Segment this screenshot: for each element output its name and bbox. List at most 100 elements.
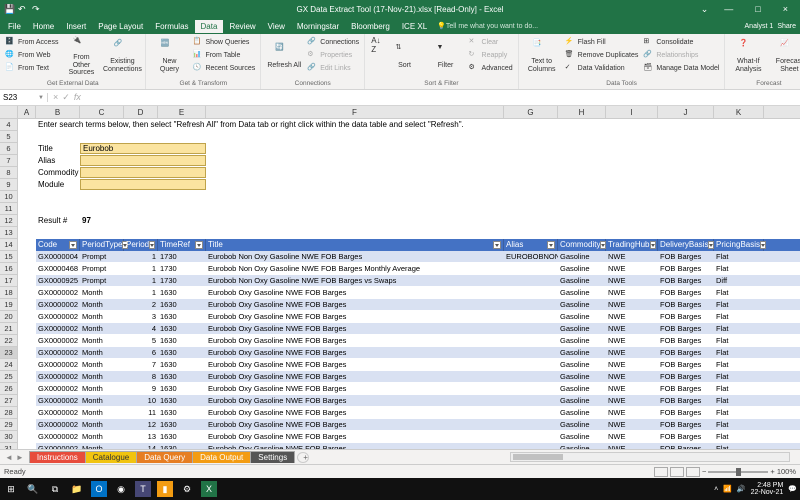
table-cell[interactable] xyxy=(504,419,558,430)
row-header[interactable]: 24 xyxy=(0,359,17,371)
table-cell[interactable]: Eurobob Oxy Gasoline NWE FOB Barges xyxy=(206,395,504,406)
col-header-J[interactable]: J xyxy=(658,106,714,118)
sheet-tab-instructions[interactable]: Instructions xyxy=(29,451,86,463)
wifi-icon[interactable]: 📶 xyxy=(723,485,732,493)
table-cell[interactable]: Gasoline xyxy=(558,263,606,274)
table-cell[interactable] xyxy=(504,383,558,394)
table-cell[interactable]: Gasoline xyxy=(558,323,606,334)
reapply-button[interactable]: ↻Reapply xyxy=(468,49,514,62)
task-view-icon[interactable]: ⧉ xyxy=(47,481,63,497)
restore-button[interactable]: □ xyxy=(749,4,766,14)
table-cell[interactable]: 1730 xyxy=(158,251,206,262)
table-cell[interactable]: 8 xyxy=(124,371,158,382)
tab-nav-prev-icon[interactable]: ◄ xyxy=(5,453,13,462)
table-cell[interactable]: GX0000002 xyxy=(36,359,80,370)
table-cell[interactable] xyxy=(504,371,558,382)
table-cell[interactable]: NWE xyxy=(606,323,658,334)
show-queries-button[interactable]: 📋Show Queries xyxy=(191,36,256,49)
table-cell[interactable]: Eurobob Oxy Gasoline NWE FOB Barges xyxy=(206,371,504,382)
sheet-tab-catalogue[interactable]: Catalogue xyxy=(85,451,137,463)
table-header-pricingbasis[interactable]: PricingBasis xyxy=(714,239,764,251)
menu-page-layout[interactable]: Page Layout xyxy=(92,20,149,33)
filter-icon[interactable] xyxy=(493,241,501,249)
data-validation-button[interactable]: ✓Data Validation xyxy=(564,62,640,75)
table-cell[interactable]: 7 xyxy=(124,359,158,370)
table-cell[interactable]: 10 xyxy=(124,395,158,406)
table-cell[interactable]: Flat xyxy=(714,395,764,406)
table-cell[interactable] xyxy=(504,311,558,322)
table-cell[interactable]: 13 xyxy=(124,431,158,442)
table-cell[interactable] xyxy=(504,407,558,418)
menu-view[interactable]: View xyxy=(262,20,291,33)
horizontal-scrollbar[interactable] xyxy=(510,452,790,462)
row-header[interactable]: 5 xyxy=(0,131,17,143)
table-cell[interactable]: Flat xyxy=(714,419,764,430)
table-cell[interactable]: Month xyxy=(80,383,124,394)
table-cell[interactable]: 1 xyxy=(124,287,158,298)
add-sheet-button[interactable]: + xyxy=(297,452,309,463)
tab-nav-next-icon[interactable]: ► xyxy=(16,453,24,462)
table-row[interactable]: GX0000002Month111630Eurobob Oxy Gasoline… xyxy=(36,407,800,418)
table-cell[interactable]: FOB Barges xyxy=(658,347,714,358)
table-cell[interactable]: FOB Barges xyxy=(658,323,714,334)
table-header-code[interactable]: Code xyxy=(36,239,80,251)
tell-me-input[interactable]: Tell me what you want to do... xyxy=(446,23,538,30)
table-cell[interactable]: Gasoline xyxy=(558,347,606,358)
advanced-button[interactable]: ⚙Advanced xyxy=(468,62,514,75)
row-header[interactable]: 29 xyxy=(0,419,17,431)
existing-connections-button[interactable]: 🔗Existing Connections xyxy=(103,36,141,78)
row-header[interactable]: 17 xyxy=(0,275,17,287)
table-cell[interactable]: Eurobob Oxy Gasoline NWE FOB Barges xyxy=(206,335,504,346)
col-header-E[interactable]: E xyxy=(158,106,206,118)
table-cell[interactable]: Prompt xyxy=(80,251,124,262)
teams-icon[interactable]: T xyxy=(135,481,151,497)
table-cell[interactable]: FOB Barges xyxy=(658,311,714,322)
row-headers[interactable]: 4567891011121314151617181920212223242526… xyxy=(0,119,18,449)
table-cell[interactable]: Gasoline xyxy=(558,371,606,382)
table-cell[interactable]: Eurobob Oxy Gasoline NWE FOB Barges xyxy=(206,419,504,430)
col-header-D[interactable]: D xyxy=(124,106,158,118)
table-cell[interactable]: Gasoline xyxy=(558,299,606,310)
table-cell[interactable]: FOB Barges xyxy=(658,395,714,406)
table-cell[interactable]: 12 xyxy=(124,419,158,430)
zoom-out-button[interactable]: − xyxy=(702,467,706,476)
table-cell[interactable]: NWE xyxy=(606,419,658,430)
table-cell[interactable] xyxy=(504,299,558,310)
table-cell[interactable]: 1730 xyxy=(158,263,206,274)
col-header-A[interactable]: A xyxy=(18,106,36,118)
table-cell[interactable]: 1630 xyxy=(158,407,206,418)
taskbar-clock[interactable]: 2:48 PM 22-Nov-21 xyxy=(751,482,784,496)
edit-links-button[interactable]: 🔗Edit Links xyxy=(306,62,360,75)
table-cell[interactable]: Flat xyxy=(714,383,764,394)
table-cell[interactable]: 1630 xyxy=(158,287,206,298)
relationships-button[interactable]: 🔗Relationships xyxy=(642,49,720,62)
table-cell[interactable]: 1730 xyxy=(158,275,206,286)
table-header-alias[interactable]: Alias xyxy=(504,239,558,251)
table-cell[interactable]: NWE xyxy=(606,251,658,262)
table-header-period[interactable]: Period xyxy=(124,239,158,251)
table-row[interactable]: GX0000002Month51630Eurobob Oxy Gasoline … xyxy=(36,335,800,346)
filter-button[interactable]: ▼Filter xyxy=(427,36,465,78)
table-cell[interactable]: NWE xyxy=(606,407,658,418)
row-header[interactable]: 22 xyxy=(0,335,17,347)
table-cell[interactable]: Gasoline xyxy=(558,419,606,430)
table-row[interactable]: GX0000004Prompt11730Eurobob Non Oxy Gaso… xyxy=(36,251,800,262)
row-header[interactable]: 4 xyxy=(0,119,17,131)
table-cell[interactable]: GX0000002 xyxy=(36,287,80,298)
view-pagebreak-button[interactable] xyxy=(686,467,700,477)
table-cell[interactable]: Flat xyxy=(714,371,764,382)
table-cell[interactable]: Flat xyxy=(714,263,764,274)
table-cell[interactable]: Prompt xyxy=(80,275,124,286)
table-cell[interactable]: FOB Barges xyxy=(658,263,714,274)
table-cell[interactable]: 1630 xyxy=(158,323,206,334)
accept-formula-icon[interactable]: ✓ xyxy=(62,92,70,103)
table-cell[interactable]: Month xyxy=(80,431,124,442)
forecast-sheet-button[interactable]: 📈Forecast Sheet xyxy=(770,36,800,78)
table-cell[interactable]: FOB Barges xyxy=(658,275,714,286)
table-cell[interactable]: 5 xyxy=(124,335,158,346)
table-cell[interactable] xyxy=(504,335,558,346)
table-cell[interactable]: FOB Barges xyxy=(658,251,714,262)
table-cell[interactable]: 6 xyxy=(124,347,158,358)
table-cell[interactable]: NWE xyxy=(606,263,658,274)
table-cell[interactable]: FOB Barges xyxy=(658,431,714,442)
